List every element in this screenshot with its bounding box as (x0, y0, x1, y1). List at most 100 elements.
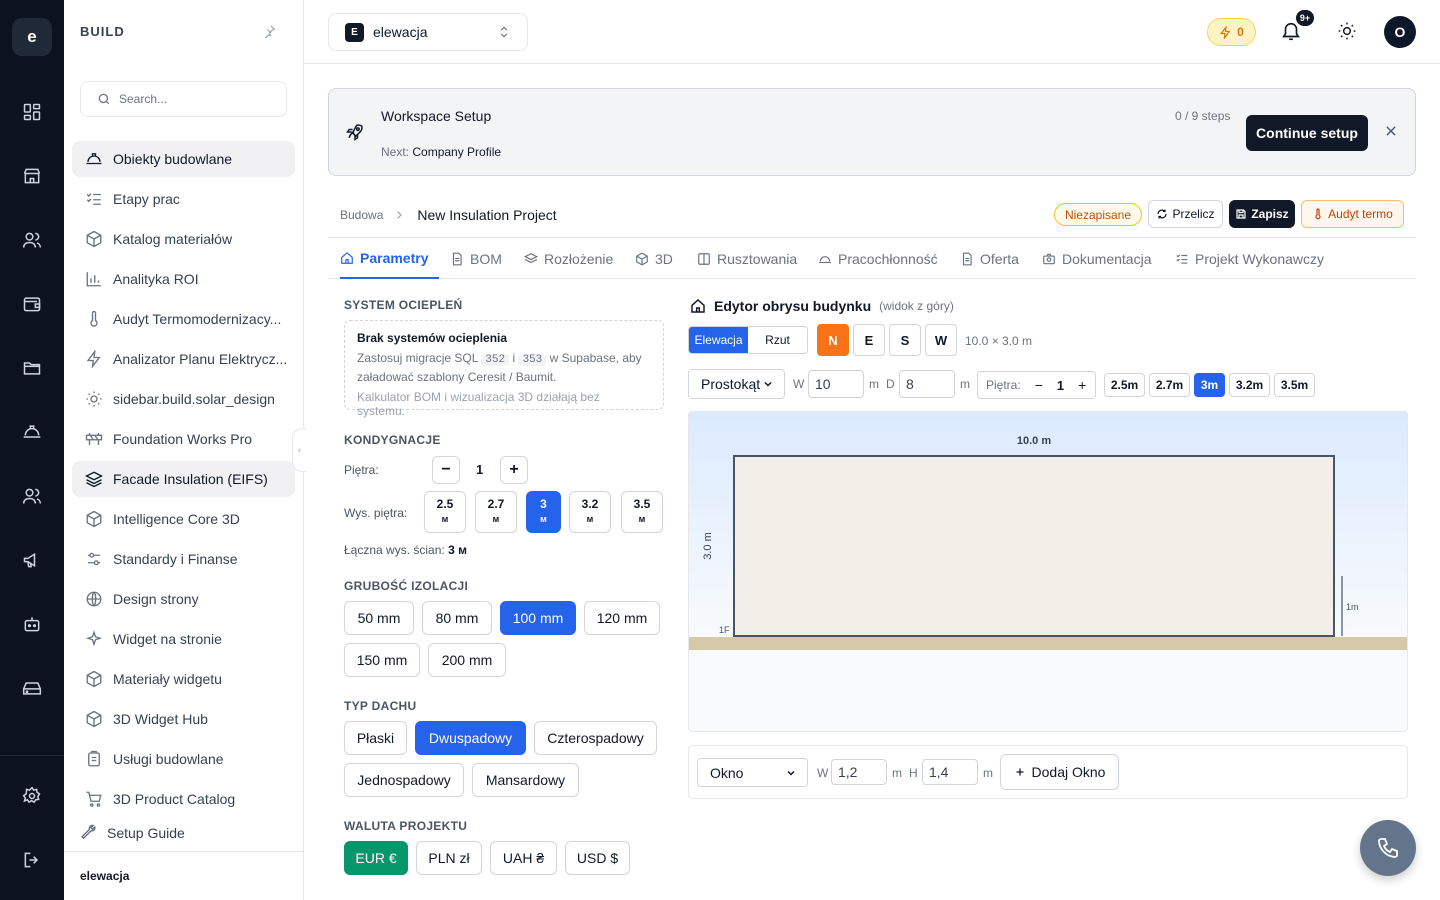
shape-select[interactable]: Prostokąt (688, 369, 785, 399)
close-icon[interactable] (1384, 124, 1398, 138)
save-button[interactable]: Zapisz (1229, 200, 1295, 228)
sidebar-search-input[interactable]: Search... (80, 81, 287, 117)
logout-icon[interactable] (20, 848, 44, 872)
thickness-100[interactable]: 100 mm (500, 601, 576, 635)
no-systems-title: Brak systemów ocieplenia (357, 331, 508, 345)
editor-floors-decrement[interactable]: − (1035, 377, 1043, 393)
roof-flat[interactable]: Płaski (344, 721, 407, 755)
editor-height-2-7[interactable]: 2.7m (1149, 373, 1190, 397)
sidebar-item-audyt[interactable]: Audyt Termomodernizacy... (72, 301, 295, 337)
sidebar-collapse-button[interactable]: ‹ (292, 428, 306, 472)
elevation-canvas[interactable]: 10.0 m 3.0 m 1F 1m (688, 411, 1408, 732)
mode-elevation-button[interactable]: Elewacja (689, 327, 748, 353)
width-input[interactable]: 10 (808, 370, 864, 398)
add-window-button[interactable]: Dodaj Okno (1000, 754, 1119, 790)
user-avatar[interactable]: O (1384, 16, 1416, 48)
floors-increment-button[interactable]: + (500, 456, 528, 484)
floors-decrement-button[interactable]: − (432, 456, 460, 484)
continue-setup-button[interactable]: Continue setup (1246, 115, 1368, 151)
sidebar-item-product-catalog[interactable]: 3D Product Catalog (72, 781, 295, 817)
floor-height-3-2[interactable]: 3.2 м (569, 491, 611, 533)
helmet-icon[interactable] (20, 420, 44, 444)
robot-icon[interactable] (20, 612, 44, 636)
recalculate-button[interactable]: Przelicz (1148, 200, 1223, 228)
floor-height-2-7[interactable]: 2.7 м (475, 491, 517, 533)
sidebar-item-analizator[interactable]: Analizator Planu Elektrycz... (72, 341, 295, 377)
workspace-select[interactable]: E elewacja (328, 13, 528, 51)
tab-parametry[interactable]: Parametry (340, 238, 439, 279)
sidebar-item-3d-widget-hub[interactable]: 3D Widget Hub (72, 701, 295, 737)
sidebar-item-foundation[interactable]: Foundation Works Pro (72, 421, 295, 457)
mode-plan-button[interactable]: Rzut (748, 327, 807, 353)
settings-icon[interactable] (20, 784, 44, 808)
thickness-200[interactable]: 200 mm (428, 643, 506, 677)
folder-icon[interactable] (20, 356, 44, 380)
currency-usd[interactable]: USD $ (565, 841, 630, 875)
tab-3d[interactable]: 3D (635, 238, 673, 279)
sidebar-item-materialy[interactable]: Materiały widgetu (72, 661, 295, 697)
thickness-50[interactable]: 50 mm (344, 601, 414, 635)
tab-dokumentacja[interactable]: Dokumentacja (1042, 238, 1152, 279)
roof-mansard[interactable]: Mansardowy (472, 763, 579, 797)
sidebar-item-etapy-prac[interactable]: Etapy prac (72, 181, 295, 217)
sidebar-item-solar[interactable]: sidebar.build.solar_design (72, 381, 295, 417)
sidebar-item-standardy[interactable]: Standardy i Finanse (72, 541, 295, 577)
editor-height-3[interactable]: 3m (1194, 373, 1225, 397)
team-icon[interactable] (20, 484, 44, 508)
sidebar-item-facade[interactable]: Facade Insulation (EIFS) (72, 461, 295, 497)
wallet-icon[interactable] (20, 292, 44, 316)
pin-icon[interactable] (262, 24, 276, 38)
credits-badge[interactable]: 0 (1207, 18, 1256, 46)
sidebar-item-katalog[interactable]: Katalog materiałów (72, 221, 295, 257)
drive-icon[interactable] (20, 676, 44, 700)
breadcrumb-root[interactable]: Budowa (340, 208, 383, 222)
floor-height-2-5[interactable]: 2.5 м (424, 491, 466, 533)
sidebar-item-intelligence[interactable]: Intelligence Core 3D (72, 501, 295, 537)
sidebar-item-setup-guide[interactable]: Setup Guide (66, 815, 289, 851)
floor-height-3-5[interactable]: 3.5 м (621, 491, 663, 533)
thickness-80[interactable]: 80 mm (422, 601, 492, 635)
direction-s-button[interactable]: S (889, 324, 921, 356)
editor-height-3-5[interactable]: 3.5m (1274, 373, 1315, 397)
currency-pln[interactable]: PLN zł (416, 841, 482, 875)
opening-height-input[interactable]: 1,4 (922, 759, 978, 785)
sidebar-item-obiekty-budowlane[interactable]: Obiekty budowlane (72, 141, 295, 177)
opening-type-select[interactable]: Okno (697, 758, 808, 787)
roof-hip[interactable]: Czterospadowy (534, 721, 657, 755)
thickness-120[interactable]: 120 mm (584, 601, 660, 635)
users-icon[interactable] (20, 228, 44, 252)
sidebar-item-uslugi[interactable]: Usługi budowlane (72, 741, 295, 777)
opening-width-input[interactable]: 1,2 (831, 759, 887, 785)
sidebar-item-analityka-roi[interactable]: Analityka ROI (72, 261, 295, 297)
dashboard-icon[interactable] (20, 100, 44, 124)
sidebar-item-label: Etapy prac (113, 191, 180, 207)
direction-e-button[interactable]: E (853, 324, 885, 356)
theme-toggle-icon[interactable] (1337, 21, 1357, 41)
tab-pracochlonnosc[interactable]: Pracochłonność (818, 238, 938, 279)
roof-gable[interactable]: Dwuspadowy (415, 721, 526, 755)
tab-oferta[interactable]: Oferta (960, 238, 1019, 279)
depth-input[interactable]: 8 (899, 370, 955, 398)
currency-uah[interactable]: UAH ₴ (490, 841, 557, 875)
phone-call-button[interactable] (1360, 820, 1416, 876)
sidebar-item-widget[interactable]: Widget na stronie (72, 621, 295, 657)
app-logo[interactable]: e (12, 18, 52, 56)
megaphone-icon[interactable] (20, 548, 44, 572)
thermal-audit-button[interactable]: Audyt termo (1301, 200, 1404, 228)
currency-eur[interactable]: EUR € (344, 841, 408, 875)
sidebar-item-design[interactable]: Design strony (72, 581, 295, 617)
thickness-150[interactable]: 150 mm (344, 643, 420, 677)
tab-projekt-wykonawczy[interactable]: Projekt Wykonawczy (1175, 238, 1324, 279)
direction-n-button[interactable]: N (817, 324, 849, 356)
tab-rozlozenie[interactable]: Rozłożenie (524, 238, 613, 279)
tab-rusztowania[interactable]: Rusztowania (697, 238, 797, 279)
editor-height-3-2[interactable]: 3.2m (1229, 373, 1270, 397)
floor-height-3[interactable]: 3м (526, 491, 561, 533)
store-icon[interactable] (20, 164, 44, 188)
direction-w-button[interactable]: W (925, 324, 957, 356)
roof-shed[interactable]: Jednospadowy (344, 763, 464, 797)
editor-floors-increment[interactable]: + (1078, 377, 1086, 393)
height-unit: м (492, 514, 500, 524)
editor-height-2-5[interactable]: 2.5m (1104, 373, 1145, 397)
tab-bom[interactable]: BOM (450, 238, 502, 279)
